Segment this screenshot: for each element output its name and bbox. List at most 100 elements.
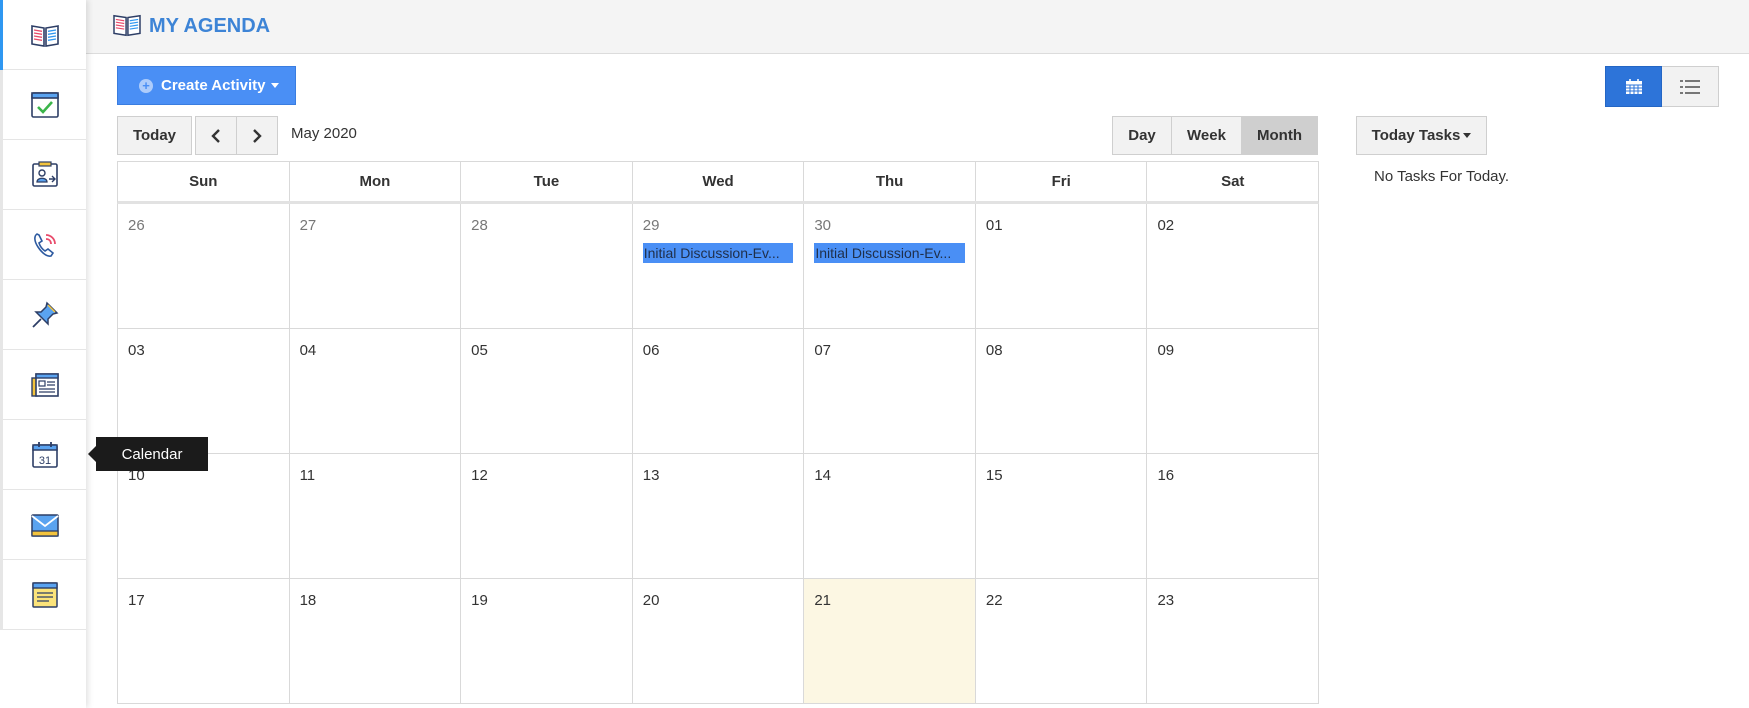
day-number: 22 (985, 592, 1003, 609)
day-number: 30 (814, 217, 831, 234)
sidebar-tooltip: Calendar (88, 437, 208, 471)
phone-icon (33, 232, 56, 257)
calendar-event[interactable]: Initial Discussion-Ev... (642, 243, 794, 263)
caret-down-icon (270, 83, 279, 88)
sidebar-item-notes[interactable] (3, 560, 86, 630)
day-number: 11 (299, 467, 316, 484)
page-header: MY AGENDA (86, 0, 1749, 54)
day-cell[interactable]: 07 (804, 329, 976, 453)
calendar-icon: 31 (31, 441, 58, 468)
day-cell-today[interactable]: 21 (804, 579, 976, 703)
day-cell[interactable]: 11 (290, 454, 462, 578)
day-cell[interactable]: 06 (633, 329, 805, 453)
calendar-view-button[interactable] (1605, 66, 1662, 107)
day-cell[interactable]: 14 (804, 454, 976, 578)
day-number: 17 (128, 592, 145, 609)
newspaper-icon (30, 372, 59, 397)
today-button[interactable]: Today (117, 116, 192, 155)
day-number: 12 (471, 467, 488, 484)
day-number: 26 (128, 217, 145, 234)
day-number: 14 (814, 467, 831, 484)
day-cell[interactable]: 10 (118, 454, 290, 578)
day-cell[interactable]: 23 (1147, 579, 1320, 703)
prev-month-button[interactable] (195, 116, 237, 155)
notepad-icon (31, 581, 58, 608)
day-cell[interactable]: 13 (633, 454, 805, 578)
day-of-week-header: Mon (290, 162, 462, 201)
day-cell[interactable]: 22 (976, 579, 1148, 703)
envelope-icon (30, 513, 59, 537)
day-number: 13 (642, 467, 660, 484)
sidebar-item-contacts[interactable] (3, 140, 86, 210)
sidebar-item-news[interactable] (3, 350, 86, 420)
calendar-grid-icon (1625, 78, 1642, 94)
day-number: 28 (471, 217, 488, 234)
sidebar-item-calls[interactable] (3, 210, 86, 280)
day-number: 23 (1157, 592, 1175, 609)
calendar-week-row: 03 04 05 06 07 08 09 (117, 329, 1320, 454)
day-view-button[interactable]: Day (1112, 116, 1172, 155)
sidebar-item-calendar[interactable]: 31 (3, 420, 86, 490)
day-number: 29 (642, 217, 660, 234)
day-cell[interactable]: 20 (633, 579, 805, 703)
day-number: 01 (985, 217, 1003, 234)
open-book-icon (30, 24, 59, 47)
day-number: 21 (814, 592, 831, 609)
sidebar-item-mail[interactable] (3, 490, 86, 560)
day-cell[interactable]: 26 (118, 204, 290, 328)
day-number: 03 (128, 342, 145, 359)
pushpin-icon (31, 301, 58, 328)
day-number: 15 (985, 467, 1003, 484)
day-cell[interactable]: 12 (461, 454, 633, 578)
day-cell[interactable]: 04 (290, 329, 462, 453)
list-view-button[interactable] (1662, 66, 1719, 107)
day-cell[interactable]: 09 (1147, 329, 1320, 453)
day-cell[interactable]: 05 (461, 329, 633, 453)
week-view-button[interactable]: Week (1171, 116, 1242, 155)
day-of-week-header: Wed (633, 162, 805, 201)
day-cell[interactable]: 29 Initial Discussion-Ev... (633, 204, 805, 328)
svg-text:31: 31 (38, 455, 50, 467)
task-check-icon (30, 91, 59, 118)
day-number: 18 (299, 592, 317, 609)
list-icon (1680, 79, 1700, 94)
sidebar-item-pins[interactable] (3, 280, 86, 350)
sidebar-item-tasks[interactable] (3, 70, 86, 140)
view-toggle (1605, 66, 1719, 107)
day-cell[interactable]: 16 (1147, 454, 1320, 578)
day-cell[interactable]: 28 (461, 204, 633, 328)
day-cell[interactable]: 30 Initial Discussion-Ev... (804, 204, 976, 328)
calendar-event[interactable]: Initial Discussion-Ev... (814, 243, 965, 263)
chevron-left-icon (211, 128, 220, 143)
calendar-header-row: Sun Mon Tue Wed Thu Fri Sat (117, 161, 1319, 204)
day-cell[interactable]: 02 (1147, 204, 1320, 328)
day-of-week-header: Tue (461, 162, 633, 201)
day-number: 27 (299, 217, 317, 234)
day-cell[interactable]: 03 (118, 329, 290, 453)
day-cell[interactable]: 08 (976, 329, 1148, 453)
today-tasks-label: Today Tasks (1371, 127, 1461, 144)
day-cell[interactable]: 15 (976, 454, 1148, 578)
no-tasks-message: No Tasks For Today. (1374, 168, 1510, 185)
sidebar-item-agenda[interactable] (3, 0, 86, 70)
day-cell[interactable]: 17 (118, 579, 290, 703)
create-activity-button[interactable]: + Create Activity (117, 66, 296, 105)
day-cell[interactable]: 27 (290, 204, 462, 328)
next-month-button[interactable] (236, 116, 278, 155)
chevron-right-icon (253, 128, 262, 143)
day-of-week-header: Thu (804, 162, 976, 201)
current-month-label: May 2020 (291, 125, 357, 142)
day-number: 09 (1157, 342, 1175, 359)
calendar-week-row: 26 27 28 29 Initial Discussion-Ev... 30 Initia… (117, 204, 1320, 329)
day-cell[interactable]: 01 (976, 204, 1148, 328)
plus-circle-icon: + (139, 78, 153, 93)
day-cell[interactable]: 18 (290, 579, 462, 703)
day-number: 05 (471, 342, 488, 359)
day-number: 07 (814, 342, 831, 359)
calendar-body: 26 27 28 29 Initial Discussion-Ev... 30 Initia… (117, 204, 1320, 704)
day-of-week-header: Fri (976, 162, 1148, 201)
day-number: 08 (985, 342, 1003, 359)
today-tasks-button[interactable]: Today Tasks (1356, 116, 1487, 155)
month-view-button[interactable]: Month (1241, 116, 1318, 155)
day-cell[interactable]: 19 (461, 579, 633, 703)
